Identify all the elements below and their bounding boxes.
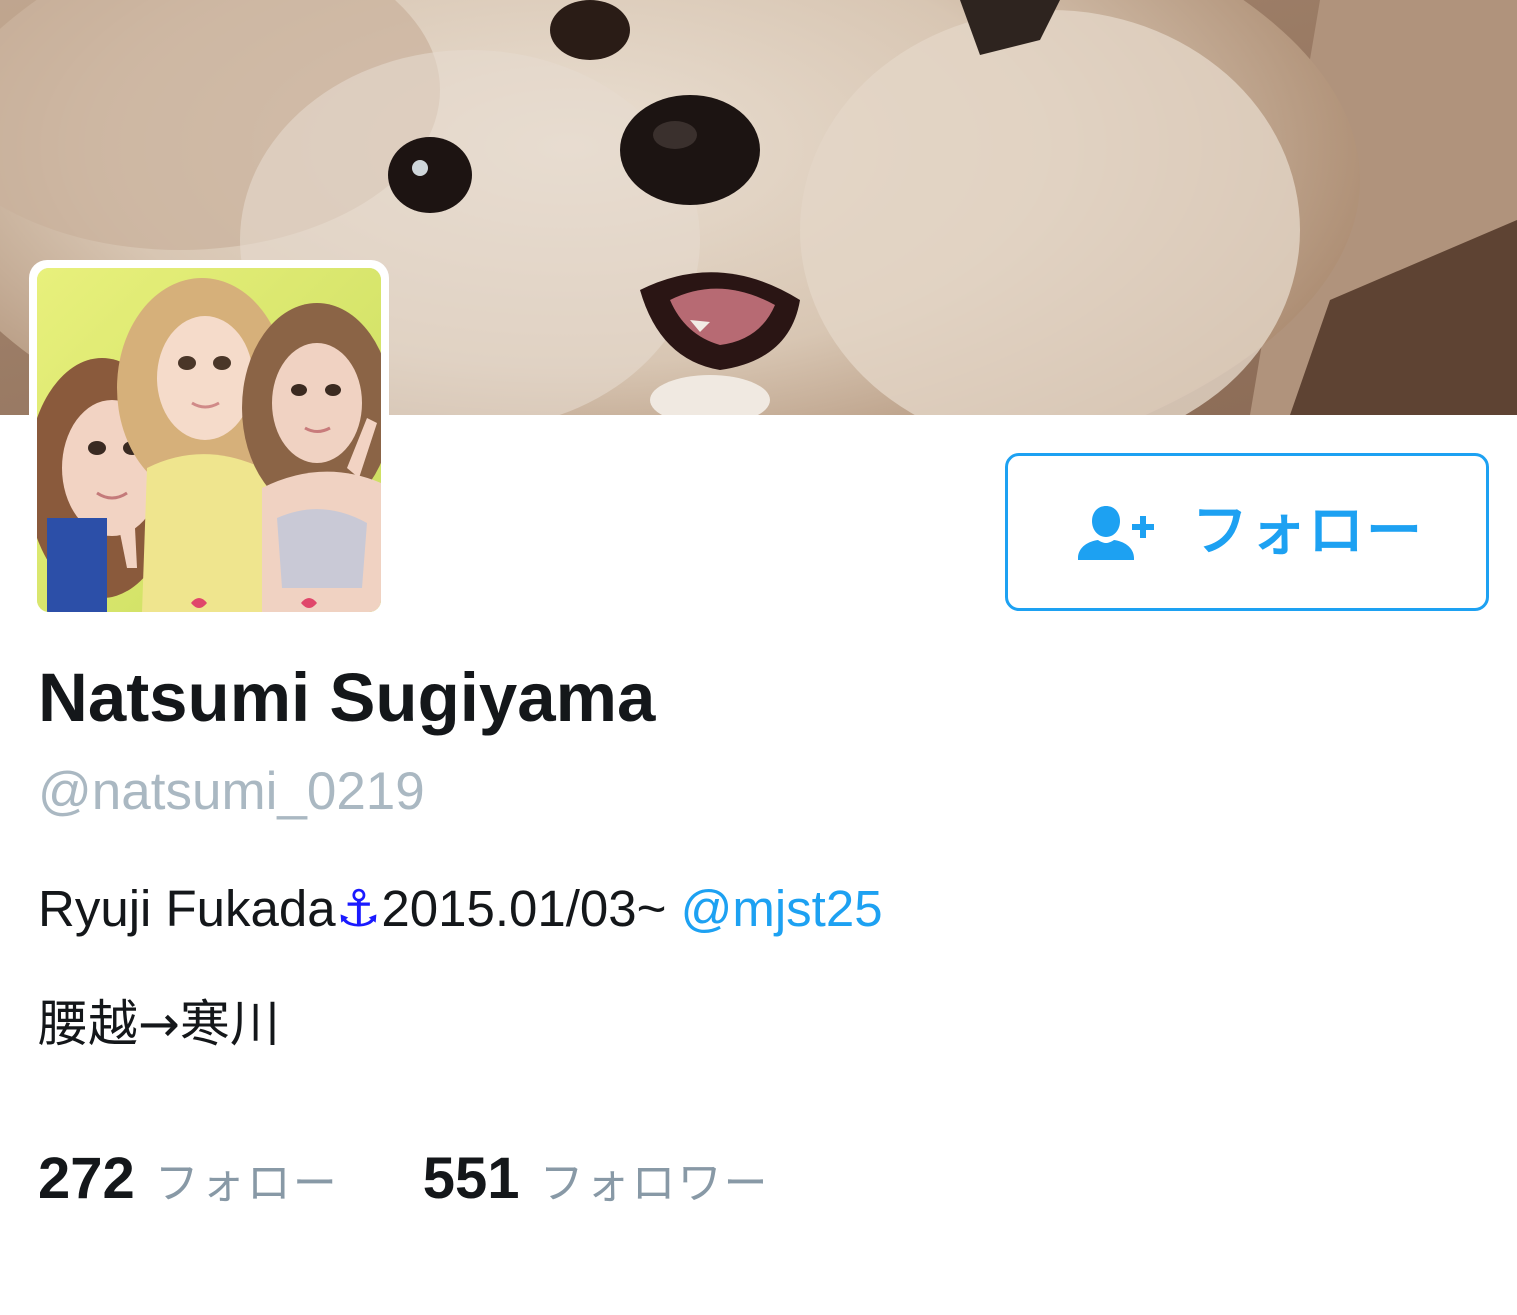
display-name: Natsumi Sugiyama <box>38 659 656 736</box>
profile-page: フォロー Natsumi Sugiyama @natsumi_0219 Ryuj… <box>0 0 1517 1315</box>
follow-button[interactable]: フォロー <box>1005 453 1489 611</box>
follow-button-label: フォロー <box>1192 499 1424 564</box>
follow-stats: 272 フォロー 551 フォロワー <box>38 1145 770 1212</box>
bio-mention-link[interactable]: @mjst25 <box>681 880 883 937</box>
avatar-image <box>37 268 381 612</box>
profile-avatar[interactable] <box>29 260 389 620</box>
bio-line-2: 腰越→寒川 <box>38 995 280 1053</box>
following-stat[interactable]: 272 フォロー <box>38 1145 339 1212</box>
followers-stat[interactable]: 551 フォロワー <box>423 1145 770 1212</box>
user-handle[interactable]: @natsumi_0219 <box>38 760 425 824</box>
followers-label: フォロワー <box>539 1158 770 1209</box>
bio-date: 2015.01/03~ <box>381 880 667 937</box>
followers-count: 551 <box>422 1146 520 1211</box>
add-user-icon <box>1078 506 1154 560</box>
anchor-icon: ⚓ <box>335 880 382 937</box>
bio-line-1: Ryuji Fukada⚓2015.01/03~ @mjst25 <box>38 878 883 939</box>
bio-text: Ryuji Fukada <box>38 880 336 937</box>
following-label: フォロー <box>154 1158 339 1209</box>
following-count: 272 <box>38 1146 135 1211</box>
